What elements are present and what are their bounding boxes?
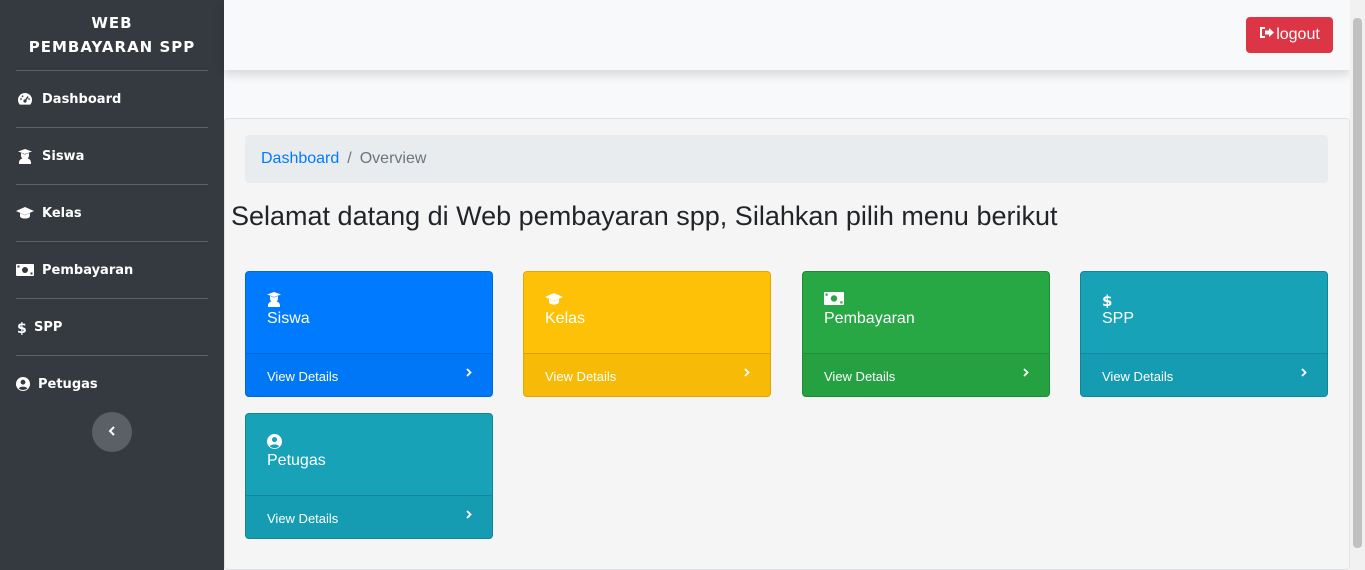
card-title: SPP [1102, 310, 1135, 327]
chevron-left-icon [108, 423, 116, 441]
chevron-right-icon [1301, 365, 1307, 380]
card-siswa[interactable]: Siswa View Details [245, 271, 493, 397]
card-view-details-link[interactable]: View Details [1081, 353, 1327, 396]
card-spp[interactable]: $ SPP View Details [1080, 271, 1328, 397]
card-view-details-link[interactable]: View Details [246, 495, 492, 538]
sidebar-item-dashboard[interactable]: Dashboard [0, 71, 224, 127]
card-body: Pembayaran [803, 272, 1049, 353]
logout-button[interactable]: logout [1246, 17, 1333, 53]
card-body: Petugas [246, 414, 492, 495]
topbar: logout [224, 0, 1350, 70]
sidebar-item-label: Kelas [42, 205, 82, 221]
breadcrumb-separator: / [347, 150, 352, 167]
sidebar-item-label: Siswa [42, 148, 85, 164]
user-graduate-icon [267, 292, 492, 308]
breadcrumb-link-dashboard[interactable]: Dashboard [261, 150, 339, 168]
brand-line-1: WEB [91, 14, 133, 32]
page-scrollbar[interactable] [1350, 0, 1365, 570]
user-circle-icon [16, 376, 30, 392]
user-circle-icon [267, 434, 492, 450]
chevron-right-icon [1023, 365, 1029, 380]
welcome-heading: Selamat datang di Web pembayaran spp, Si… [231, 201, 1058, 231]
money-bill-icon [824, 292, 1049, 308]
logout-label: logout [1276, 26, 1320, 43]
sidebar-item-spp[interactable]: $ SPP [0, 299, 224, 355]
card-footer-label: View Details [267, 368, 339, 384]
card-title: Petugas [267, 452, 326, 469]
chevron-right-icon [744, 365, 750, 380]
card-pembayaran[interactable]: Pembayaran View Details [802, 271, 1050, 397]
card-kelas[interactable]: Kelas View Details [523, 271, 771, 397]
breadcrumb: Dashboard / Overview [245, 135, 1328, 183]
sidebar-item-pembayaran[interactable]: Pembayaran [0, 242, 224, 298]
money-bill-icon [16, 262, 34, 278]
card-petugas[interactable]: Petugas View Details [245, 413, 493, 539]
dollar-icon: $ [16, 319, 26, 335]
user-graduate-icon [16, 148, 34, 164]
card-footer-label: View Details [267, 510, 339, 526]
sidebar-item-label: SPP [34, 319, 63, 335]
card-title: Kelas [545, 310, 586, 327]
sign-out-icon [1259, 26, 1276, 44]
sidebar: WEB PEMBAYARAN SPP Dashboard Siswa Kelas… [0, 0, 224, 570]
sidebar-item-kelas[interactable]: Kelas [0, 185, 224, 241]
sidebar-toggle-button[interactable] [92, 412, 132, 452]
card-footer-label: View Details [545, 368, 617, 384]
breadcrumb-active: Overview [359, 150, 427, 167]
svg-text:$: $ [17, 321, 26, 335]
sidebar-item-label: Dashboard [42, 91, 122, 107]
sidebar-item-petugas[interactable]: Petugas [0, 356, 224, 412]
dollar-icon: $ [1102, 292, 1327, 310]
card-body: Kelas [524, 272, 770, 353]
card-view-details-link[interactable]: View Details [246, 353, 492, 396]
scrollbar-thumb[interactable] [1353, 18, 1362, 548]
chevron-right-icon [466, 507, 472, 522]
card-body: $ SPP [1081, 272, 1327, 353]
main-content: Dashboard / Overview Selamat datang di W… [224, 118, 1350, 570]
card-body: Siswa [246, 272, 492, 353]
card-title: Siswa [267, 310, 310, 327]
card-title: Pembayaran [824, 310, 915, 327]
card-footer-label: View Details [1102, 368, 1174, 384]
card-view-details-link[interactable]: View Details [524, 353, 770, 396]
tachometer-icon [16, 91, 34, 107]
graduation-cap-icon [16, 205, 34, 221]
card-view-details-link[interactable]: View Details [803, 353, 1049, 396]
brand: WEB PEMBAYARAN SPP [0, 0, 224, 70]
chevron-right-icon [466, 365, 472, 380]
graduation-cap-icon [545, 292, 770, 308]
sidebar-item-label: Pembayaran [42, 262, 134, 278]
sidebar-item-label: Petugas [38, 376, 98, 392]
brand-line-2: PEMBAYARAN SPP [28, 38, 196, 56]
sidebar-item-siswa[interactable]: Siswa [0, 128, 224, 184]
svg-text:$: $ [1102, 292, 1112, 308]
card-footer-label: View Details [824, 368, 896, 384]
